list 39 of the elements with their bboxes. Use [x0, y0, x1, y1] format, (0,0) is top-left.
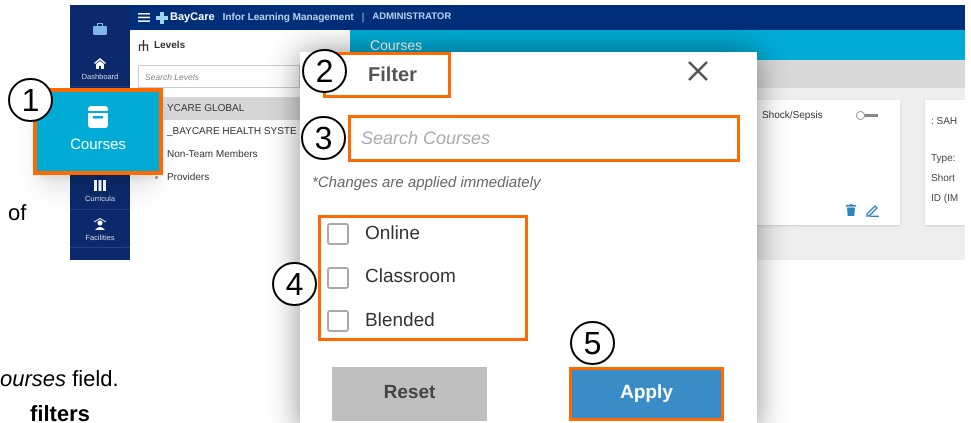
role-label: ADMINISTRATOR [372, 10, 452, 24]
books-icon[interactable] [93, 179, 107, 192]
card-text: Type: [931, 152, 956, 166]
app-title: Infor Learning Management [222, 11, 354, 25]
document-text: ourses field. [0, 366, 119, 392]
checkbox[interactable] [327, 223, 349, 245]
cross-logo-icon [156, 12, 168, 24]
separator-text: | [362, 11, 364, 25]
checkbox[interactable] [327, 310, 349, 332]
document-text: filters [30, 401, 90, 423]
document-text: of [8, 200, 26, 226]
card-text: ID (IM [931, 192, 960, 206]
hierarchy-icon [138, 40, 149, 50]
card-box-icon [88, 106, 108, 128]
reset-button[interactable]: Reset [332, 366, 487, 420]
card-text: : SAH [931, 115, 958, 129]
option-label: Online [365, 222, 420, 246]
panel-title: Levels [154, 38, 186, 52]
callout-number: 4 [272, 262, 317, 306]
briefcase-icon[interactable] [93, 23, 107, 35]
callout-number: 1 [8, 78, 53, 122]
people-icon[interactable] [93, 218, 107, 230]
card-text: Short [931, 172, 956, 186]
pencil-icon[interactable] [866, 204, 880, 217]
toggle-switch[interactable] [856, 111, 878, 120]
brand-name: BayCare [170, 10, 215, 26]
card-title: Shock/Sepsis [762, 109, 823, 123]
menu-icon[interactable] [138, 13, 150, 22]
close-icon[interactable] [687, 60, 709, 82]
home-icon[interactable] [93, 57, 107, 70]
checkbox[interactable] [327, 266, 349, 288]
apply-button[interactable]: Apply [569, 366, 724, 420]
search-field[interactable]: Search Levels [138, 65, 300, 88]
search-field[interactable]: Search Courses [348, 115, 740, 162]
option-label: Classroom [365, 265, 456, 290]
trash-icon[interactable] [846, 204, 856, 216]
option-label: Blended [365, 308, 435, 333]
page-title: Courses [370, 36, 422, 54]
bullet-icon [155, 176, 158, 179]
